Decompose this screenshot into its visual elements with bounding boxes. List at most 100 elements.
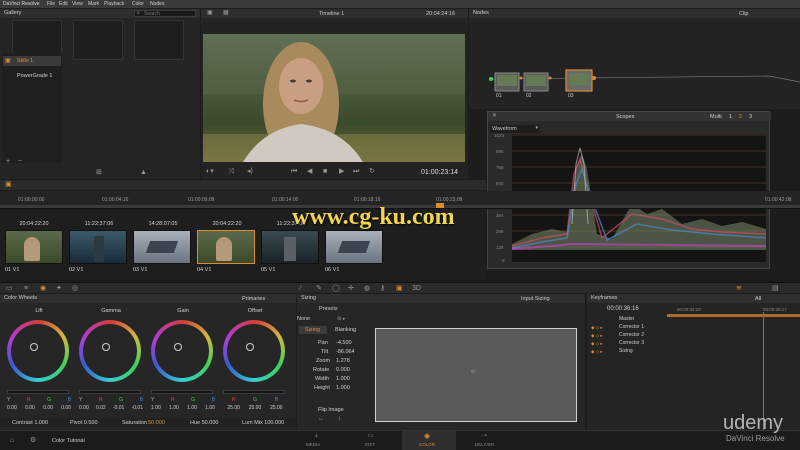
color-wheels-mode[interactable]: Primaries [242,296,265,302]
preset-value[interactable]: None [297,316,310,322]
settings-icon[interactable]: ⚙ [30,437,36,444]
nodes-mode[interactable]: Clip [739,11,748,17]
loop-playback-icon[interactable]: ↻ [369,168,375,175]
rgb-mixer-icon[interactable]: ✦ [56,285,62,292]
go-to-end-icon[interactable]: ⏭ [353,168,359,175]
play-icon[interactable]: ▶ [339,168,344,175]
window-icon[interactable]: ◯ [332,285,340,292]
clip-thumbnail[interactable] [5,230,63,264]
menu-color[interactable]: Color [132,1,144,7]
gallery-still-slot[interactable] [73,20,123,60]
flip-vertical-icon[interactable]: ↕ [338,416,341,423]
master-wheel-slider[interactable] [151,390,213,394]
clip-thumbnail[interactable] [325,230,383,264]
keyframes-toggle-icon[interactable]: ≋ [736,285,742,292]
color-wheel[interactable] [7,320,69,382]
menu-nodes[interactable]: Nodes [150,1,164,7]
menu-edit[interactable]: Edit [59,1,68,7]
audio-icon[interactable]: ◂) [247,168,253,175]
sizing-field-value[interactable]: 1.000 [336,376,350,382]
gallery-view-icon[interactable]: ⊞ [96,169,102,176]
page-deliver[interactable]: ⇢ DELIVER [466,431,506,450]
master-wheel-slider[interactable] [7,390,69,394]
value-g[interactable]: 1.00 [187,405,197,411]
color-match-icon[interactable]: ≡ [24,285,28,292]
3d-icon[interactable]: 3D [412,285,421,292]
blur-icon[interactable]: ◍ [364,285,370,292]
loop-icon[interactable]: ⤨ [228,168,234,175]
play-reverse-icon[interactable]: ◀ [307,168,312,175]
menu-playback[interactable]: Playback [104,1,124,7]
sizing-preview[interactable]: ○ [375,328,577,422]
value-y[interactable]: 1.00 [151,405,161,411]
sizing-field-value[interactable]: 1.278 [336,358,350,364]
keyframe-track[interactable]: Corrector 3 [619,340,644,346]
stop-icon[interactable]: ■ [323,168,327,175]
scopes-toggle-icon[interactable]: ▤ [772,285,779,292]
timeline-name[interactable]: Timeline 1 [319,11,344,17]
gallery-search[interactable]: ⌕ Search [134,10,196,17]
wheel-puck[interactable] [174,343,182,351]
remove-album-icon[interactable]: − [18,158,22,165]
value-g[interactable]: 0.00 [43,405,53,411]
key-icon[interactable]: ⚷ [380,285,385,292]
wipe-icon[interactable]: ◐▾ [206,168,214,175]
flip-horizontal-icon[interactable]: ↔ [318,416,324,423]
value-g[interactable]: -0.01 [113,405,124,411]
gallery-item-stills[interactable]: ▣ Stills 1 [3,56,61,66]
menu-mark[interactable]: Mark [88,1,99,7]
close-icon[interactable]: ✕ [492,113,497,120]
sizing-field-value[interactable]: 0.000 [336,367,350,373]
value-b[interactable]: 25.00 [270,405,283,411]
lum-mix-value[interactable]: Lum Mix 100.000 [242,420,284,426]
page-edit[interactable]: ▭ EDIT [352,431,392,450]
input-sizing-mode[interactable]: Input Sizing [521,296,550,302]
keyframe-track-icons[interactable]: ◆ ◇ ▸ ◆ ◇ ▸ ◆ ◇ ▸ ◆ ◇ ▸ [591,324,603,356]
go-to-start-icon[interactable]: ⏮ [291,168,297,175]
keyframes-ruler[interactable] [667,314,800,317]
value-y[interactable]: 0.00 [7,405,17,411]
curves-icon[interactable]: ∕ [300,285,301,292]
sizing-tab[interactable]: Sizing [299,326,327,334]
color-wheel[interactable] [79,320,141,382]
page-media[interactable]: ⇣ MEDIA [298,431,338,450]
color-wheel[interactable] [151,320,213,382]
keyframes-scope[interactable]: All [755,296,761,302]
contrast-value[interactable]: Contrast 1.000 [12,420,48,426]
scopes-layout[interactable]: Multi [710,114,722,120]
keyframe-track[interactable]: Sizing [619,348,633,354]
gallery-item-powergrade[interactable]: PowerGrade 1 [3,71,61,81]
scopes-page-2[interactable]: 2 [739,114,742,120]
hue-value[interactable]: Hue 50.000 [190,420,218,426]
menu-app[interactable]: DaVinci Resolve [3,1,40,7]
clip-thumbnail[interactable] [69,230,127,264]
value-g[interactable]: 25.00 [249,405,262,411]
video-frame[interactable] [203,34,465,162]
pivot-value[interactable]: Pivot 0.500 [70,420,98,426]
wheel-puck[interactable] [246,343,254,351]
menu-file[interactable]: File [47,1,55,7]
viewer-layout-icon[interactable]: ▦ [223,10,229,17]
value-r[interactable]: 1.00 [169,405,179,411]
menu-view[interactable]: View [72,1,83,7]
master-wheel-slider[interactable] [79,390,141,394]
blanking-tab[interactable]: Blanking [335,327,356,333]
scope-type-select[interactable]: Waveform ▾ [490,125,540,133]
keyframe-track[interactable]: Corrector 2 [619,332,644,338]
motion-effects-icon[interactable]: ◎ [72,285,78,292]
sizing-field-value[interactable]: -4.500 [336,340,352,346]
value-r[interactable]: 25.00 [227,405,240,411]
sizing-field-value[interactable]: 1.000 [336,385,350,391]
home-icon[interactable]: ⌂ [10,437,14,444]
wheel-puck[interactable] [102,343,110,351]
value-b[interactable]: 0.00 [61,405,71,411]
page-color[interactable]: ◉ COLOR [402,431,456,450]
saturation-value[interactable]: 50.000 [148,420,165,426]
value-r[interactable]: 0.00 [25,405,35,411]
clip-thumbnail[interactable] [197,230,255,264]
sizing-icon[interactable]: ▣ [396,285,403,292]
clip-thumbnail[interactable] [261,230,319,264]
keyframe-track[interactable]: Corrector 1 [619,324,644,330]
clip-thumbnail[interactable] [133,230,191,264]
color-wheels-icon[interactable]: ◉ [40,285,46,292]
